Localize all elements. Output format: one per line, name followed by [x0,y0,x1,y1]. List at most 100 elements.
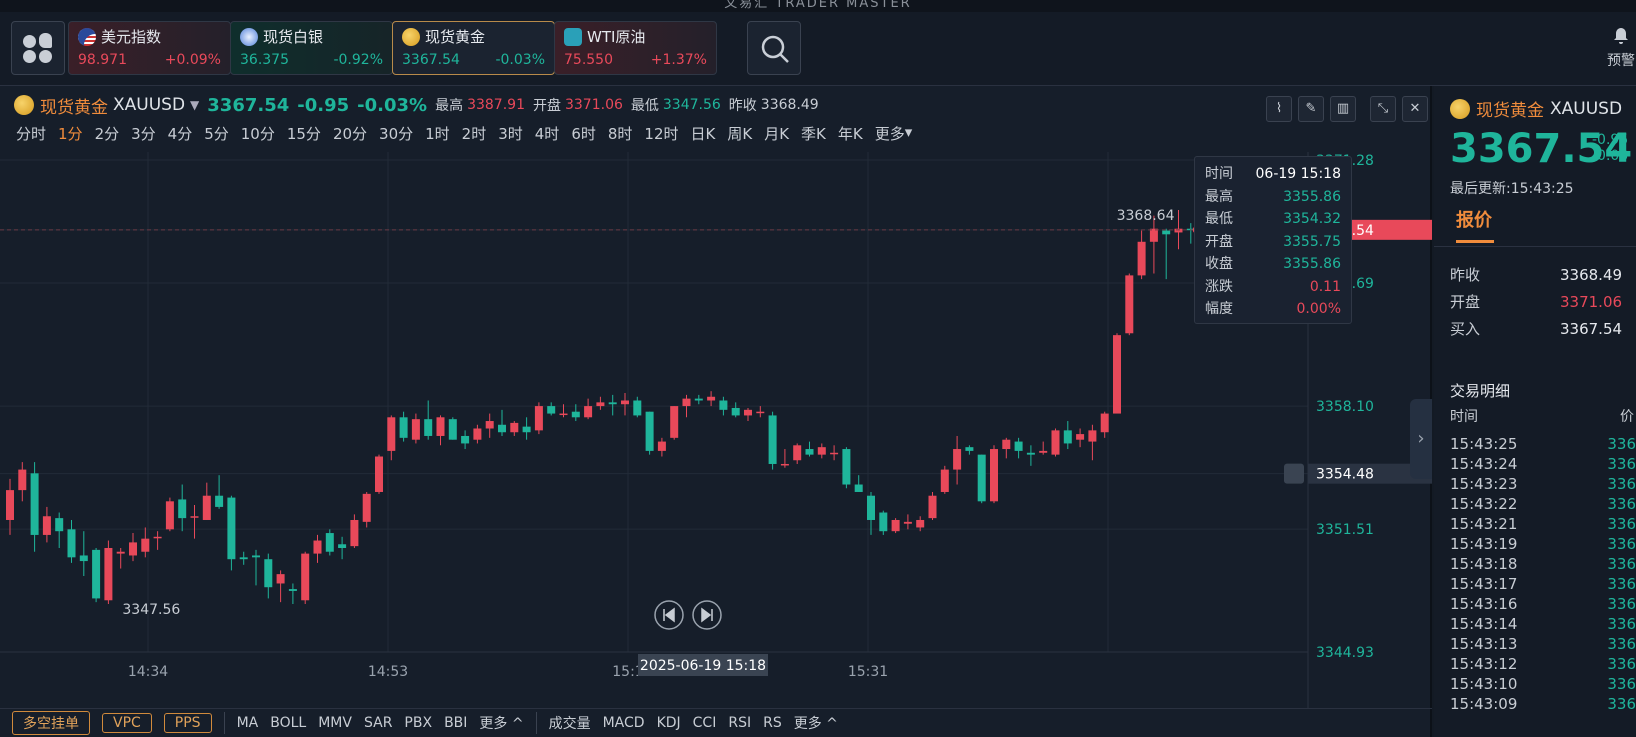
period-tab[interactable]: 5分 [204,123,229,144]
period-tab[interactable]: 年K [838,123,863,144]
trade-time: 15:43:14 [1450,615,1518,633]
candle-body [780,463,789,466]
pencil-icon[interactable]: ✎ [1298,96,1324,122]
main-indicator[interactable]: PBX [404,715,432,731]
ticker-wti-oil[interactable]: WTI原油 75.550 +1.37% [554,21,717,75]
kv-label: 开盘 [1450,293,1481,311]
silver-coin-icon [240,28,258,46]
main-indicator[interactable]: MMV [318,715,352,731]
divider [535,712,537,734]
period-tab[interactable]: 1分 [58,123,83,144]
trade-row: 15:43:16 336 [1450,594,1636,614]
tab-quote[interactable]: 报价 [1456,206,1492,232]
ticker-usd-index[interactable]: 美元指数 98.971 +0.09% [68,21,231,75]
trade-price: 336 [1607,555,1636,573]
period-tab[interactable]: 月K [764,123,789,144]
candle-body [1063,430,1072,444]
period-tab[interactable]: 3分 [131,123,156,144]
sub-indicator[interactable]: KDJ [657,715,681,731]
candle-type-icon[interactable]: ▥ [1330,96,1356,122]
main-indicator[interactable]: 更多 ^ [479,713,523,733]
candle-body [1113,335,1121,414]
ticker-name: WTI原油 [587,28,646,46]
sub-indicator[interactable]: RS [763,715,782,731]
main-indicator[interactable]: MA [237,715,259,731]
candle-body [18,469,27,491]
period-tab[interactable]: 15分 [287,123,321,144]
period-tab[interactable]: 4分 [168,123,193,144]
sub-indicator[interactable]: 成交量 [549,713,591,733]
candle-body [657,441,666,451]
close-icon[interactable]: ✕ [1402,96,1428,122]
x-tick-label: 15:31 [848,664,888,680]
trade-time: 15:43:09 [1450,695,1518,713]
collapse-panel-button[interactable]: › [1410,399,1432,479]
x-tick-label: 14:53 [368,664,408,680]
symbol-name[interactable]: 现货黄金 [40,93,108,118]
trade-price: 336 [1607,455,1636,473]
candle-body [608,402,617,405]
order-button[interactable]: VPC [102,713,152,733]
candle-body [571,411,580,418]
candle-tooltip: 时间 06-19 15:18 最高 3355.86 最低 3354.32 开盘 3355… [1194,156,1352,324]
period-tab[interactable]: 8时 [608,123,633,144]
ticker-gold[interactable]: 现货黄金 3367.54 -0.03% [392,21,555,75]
y-tick-label: 3344.93 [1316,645,1374,661]
indicator-line-icon[interactable]: ⌇ [1266,96,1292,122]
period-tab[interactable]: 2时 [462,123,487,144]
sub-indicator[interactable]: 更多 ^ [794,713,838,733]
main-indicator[interactable]: BOLL [270,715,306,731]
period-tab[interactable]: 日K [691,123,716,144]
candle-body [830,452,839,455]
search-button[interactable] [747,21,801,75]
main-indicator[interactable]: BBI [444,715,467,731]
candle-body [153,536,162,539]
candle-body [584,406,593,418]
shrink-icon[interactable]: ⤡ [1370,96,1396,122]
trades-header: 时间 价 [1450,406,1636,426]
sub-indicator[interactable]: CCI [693,715,717,731]
period-tab[interactable]: 1时 [425,123,450,144]
side-symbol-name: 现货黄金 [1476,101,1544,121]
order-button[interactable]: 多空挂单 [12,711,90,735]
low-label: 最低 [630,98,659,114]
period-tab[interactable]: 2分 [95,123,120,144]
candle-body [510,422,519,433]
period-tab[interactable]: 分时 [16,123,46,144]
period-tab[interactable]: 季K [801,123,826,144]
candle-body [325,533,334,552]
alarm-button[interactable]: 预警 [1606,26,1636,70]
trade-time: 15:43:23 [1450,475,1518,493]
candle-body [165,501,174,530]
col-price: 价 [1620,409,1634,425]
candle-body [953,449,962,470]
period-tab[interactable]: 3时 [498,123,523,144]
candle-body [6,490,14,520]
ticker-silver[interactable]: 现货白银 36.375 -0.92% [230,21,393,75]
trade-row: 15:43:23 336 [1450,474,1636,494]
order-button[interactable]: PPS [163,713,212,733]
period-tab[interactable]: 20分 [333,123,367,144]
period-tab[interactable]: 6时 [571,123,596,144]
sub-indicator[interactable]: RSI [728,715,751,731]
period-tab[interactable]: 30分 [379,123,413,144]
period-tab[interactable]: 12时 [644,123,678,144]
candle-body [473,428,482,440]
ticker-change: +1.37% [650,52,707,68]
period-tab[interactable]: 更多 [875,123,905,144]
period-tab[interactable]: 4时 [535,123,560,144]
trade-row: 15:43:22 336 [1450,494,1636,514]
high-label: 最高 [435,98,464,114]
candle-body [104,547,113,601]
drawing-tools: ⌇ ✎ ▥ [1266,96,1356,122]
apps-grid-button[interactable] [11,21,65,75]
ticker-price: 98.971 [78,52,127,68]
main-indicator[interactable]: SAR [364,715,392,731]
us-flag-icon [78,28,96,46]
period-tab[interactable]: 10分 [241,123,275,144]
sub-indicator[interactable]: MACD [603,715,645,731]
tooltip-open-label: 开盘 [1205,233,1233,250]
chevron-down-icon[interactable]: ▼ [190,98,199,112]
period-tab[interactable]: 周K [727,123,752,144]
symbol-code[interactable]: XAUUSD [113,95,185,115]
